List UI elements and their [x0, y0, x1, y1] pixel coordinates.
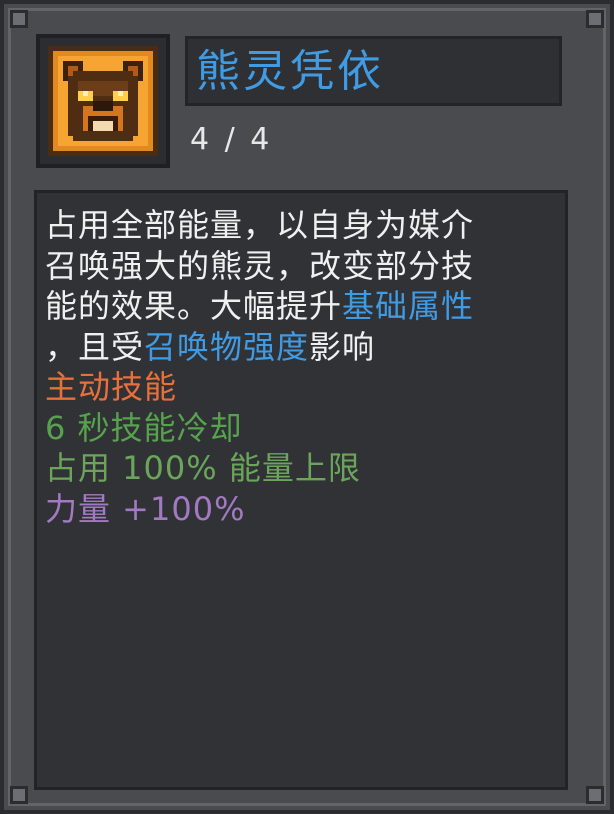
skill-description: 占用全部能量，以自身为媒介 召唤强大的熊灵，改变部分技 能的效果。大幅提升基础属…: [45, 205, 561, 529]
strength-stat: 力量 +100%: [45, 489, 246, 528]
panel-corner-rivet: [586, 786, 604, 804]
panel-corner-rivet: [10, 10, 28, 28]
cooldown-stat: 6 秒技能冷却: [45, 408, 243, 447]
energy-occupy-stat: 占用 100% 能量上限: [45, 449, 361, 487]
keyword-summon-strength: 召唤物强度: [144, 327, 310, 366]
skill-icon-frame: [36, 34, 170, 168]
description-line: 能的效果。大幅提升基础属性: [45, 286, 561, 327]
skill-level: 4 / 4: [190, 122, 273, 157]
keyword-base-attributes: 基础属性: [342, 287, 475, 325]
skill-description-box: 占用全部能量，以自身为媒介 召唤强大的熊灵，改变部分技 能的效果。大幅提升基础属…: [34, 190, 568, 790]
skill-name: 熊灵凭依: [196, 46, 384, 97]
skill-name-box: 熊灵凭依: [185, 36, 562, 106]
bear-spirit-icon: [48, 46, 158, 156]
description-line: 占用全部能量，以自身为媒介: [45, 206, 475, 244]
description-text: 能的效果。大幅提升: [45, 287, 343, 325]
skill-type-label: 主动技能: [45, 368, 178, 406]
panel-corner-rivet: [10, 786, 28, 804]
description-line: 召唤强大的熊灵，改变部分技: [45, 246, 475, 285]
description-line: ，且受召唤物强度影响: [45, 327, 561, 368]
description-text: 影响: [309, 327, 376, 366]
panel-corner-rivet: [586, 10, 604, 28]
skill-tooltip-panel: 熊灵凭依 4 / 4 占用全部能量，以自身为媒介 召唤强大的熊灵，改变部分技 能…: [0, 0, 614, 814]
description-text: ，且受: [45, 327, 145, 366]
